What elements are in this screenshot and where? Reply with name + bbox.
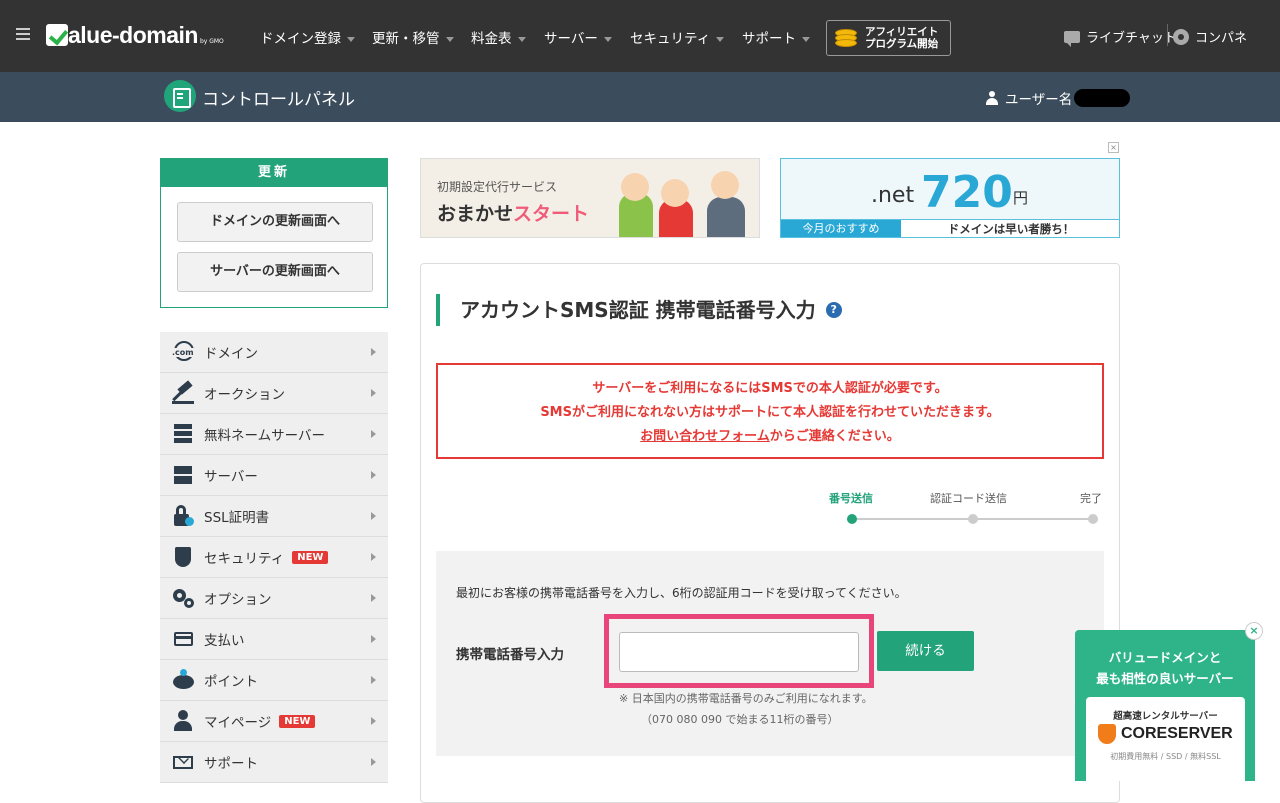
- nav-domain-register[interactable]: ドメイン登録: [260, 27, 355, 47]
- promo-card-tagline: 超高速レンタルサーバー: [1113, 711, 1218, 722]
- nav-pricing[interactable]: 料金表: [471, 27, 526, 47]
- chevron-right-icon: [371, 389, 376, 397]
- phone-label: 携帯電話番号入力: [456, 647, 564, 663]
- sidebar-item-domain[interactable]: .com ドメイン: [160, 332, 388, 373]
- omakase-start-banner[interactable]: 初期設定代行サービス おまかせスタート: [420, 158, 760, 238]
- new-badge: NEW: [292, 550, 329, 564]
- new-badge: NEW: [279, 714, 316, 728]
- person-head-illustration: [711, 171, 739, 199]
- net-domain-banner[interactable]: .net 720 円 今月のおすすめ ドメインは早い者勝ち！: [780, 158, 1120, 238]
- nav-server[interactable]: サーバー: [544, 27, 612, 47]
- chevron-right-icon: [371, 348, 376, 356]
- card-icon: [172, 628, 196, 650]
- gears-icon: [172, 587, 196, 609]
- chat-bubble-icon: [1064, 30, 1080, 47]
- user-icon: [172, 710, 196, 732]
- sms-required-alert: サーバーをご利用になるにはSMSでの本人認証が必要です。 SMSがご利用になれな…: [436, 363, 1104, 459]
- step-dot-active: [847, 514, 857, 524]
- sidebar-item-payment[interactable]: 支払い: [160, 619, 388, 660]
- sidebar-item-auction[interactable]: オークション: [160, 373, 388, 414]
- operator-illustration: [707, 197, 745, 237]
- phone-number-input[interactable]: [619, 632, 859, 672]
- affiliate-program-button[interactable]: アフィリエイト プログラム開始: [826, 20, 951, 56]
- domain-renew-button[interactable]: ドメインの更新画面へ: [177, 202, 373, 242]
- sidebar-item-ssl[interactable]: SSL証明書: [160, 496, 388, 537]
- mail-icon: [172, 751, 196, 773]
- chevron-right-icon: [371, 635, 376, 643]
- renew-heading: 更新: [161, 159, 387, 187]
- sidebar-item-mypage[interactable]: マイページ NEW: [160, 701, 388, 742]
- chevron-right-icon: [371, 676, 376, 684]
- domestic-only-note: ※ 日本国内の携帯電話番号のみご利用になれます。: [619, 692, 873, 705]
- gavel-icon: [172, 380, 196, 404]
- chevron-right-icon: [371, 430, 376, 438]
- chevron-right-icon: [371, 553, 376, 561]
- coreserver-logo: CORESERVER: [1098, 724, 1233, 744]
- promo-close-icon[interactable]: ×: [1245, 622, 1263, 640]
- person-head-illustration: [661, 179, 689, 207]
- nav-divider: [1167, 24, 1168, 46]
- ad-close-icon[interactable]: ×: [1108, 142, 1119, 153]
- user-icon: [985, 91, 999, 105]
- coins-icon: [835, 27, 859, 49]
- promo-line2: 最も相性の良いサーバー: [1096, 671, 1234, 686]
- server-icon: [172, 464, 196, 486]
- step-dot: [968, 514, 978, 524]
- server-renew-button[interactable]: サーバーの更新画面へ: [177, 252, 373, 292]
- number-format-note: （070 080 090 で始まる11桁の番号）: [641, 713, 839, 726]
- hamburger-menu-icon[interactable]: [16, 28, 30, 40]
- chevron-right-icon: [371, 594, 376, 602]
- server-stack-icon: [172, 423, 196, 445]
- nav-security[interactable]: セキュリティ: [630, 27, 725, 47]
- chevron-right-icon: [371, 471, 376, 479]
- caret-down-icon: [716, 36, 725, 42]
- value-domain-logo[interactable]: alue-domain by GMO: [46, 22, 224, 48]
- step-send-number: 番号送信: [829, 492, 873, 505]
- chevron-right-icon: [371, 512, 376, 520]
- sidebar-item-server[interactable]: サーバー: [160, 455, 388, 496]
- redacted-username: [1074, 89, 1131, 107]
- caret-down-icon: [347, 36, 355, 42]
- person-head-illustration: [621, 173, 649, 201]
- caret-down-icon: [517, 36, 526, 42]
- piggy-bank-icon: [172, 669, 196, 691]
- contact-form-link[interactable]: お問い合わせフォーム: [640, 429, 770, 444]
- chevron-right-icon: [371, 717, 376, 725]
- caret-down-icon: [445, 36, 454, 42]
- renew-box: 更新 ドメインの更新画面へ サーバーの更新画面へ: [160, 158, 388, 308]
- coreserver-shield-icon: [1098, 724, 1116, 744]
- checkmark-logo-icon: [46, 24, 68, 46]
- sidebar-menu: .com ドメイン オークション 無料ネームサーバー サーバー SSL証明書 セ…: [160, 332, 388, 783]
- top-navigation: alue-domain by GMO ドメイン登録 更新・移管 料金表 サーバー…: [0, 0, 1280, 72]
- user-menu[interactable]: ユーザー名: [985, 88, 1131, 108]
- lock-icon: [172, 505, 196, 527]
- sidebar-item-support[interactable]: サポート: [160, 742, 388, 783]
- continue-button[interactable]: 続ける: [877, 631, 974, 671]
- promo-card-features: 初期費用無料 / SSD / 無料SSL: [1110, 752, 1221, 761]
- chevron-right-icon: [371, 758, 376, 766]
- sidebar-item-free-nameserver[interactable]: 無料ネームサーバー: [160, 414, 388, 455]
- live-chat-link[interactable]: ライブチャット: [1064, 27, 1177, 47]
- form-intro-text: 最初にお客様の携帯電話番号を入力し、6桁の認証用コードを受け取ってください。: [456, 586, 907, 600]
- nav-renew-transfer[interactable]: 更新・移管: [372, 27, 454, 47]
- shield-icon: [172, 546, 196, 568]
- control-panel-title: コントロールパネル: [202, 90, 355, 110]
- control-panel-link[interactable]: コンパネ: [1173, 27, 1247, 46]
- promo-line1: バリュードメインと: [1108, 650, 1222, 665]
- nav-support[interactable]: サポート: [742, 27, 810, 47]
- step-dot: [1088, 514, 1098, 524]
- caret-down-icon: [603, 36, 612, 42]
- gear-icon: [1173, 28, 1189, 45]
- help-icon[interactable]: ?: [825, 302, 842, 318]
- page-title: アカウントSMS認証 携帯電話番号入力 ?: [436, 294, 842, 326]
- control-panel-icon: [164, 80, 196, 112]
- step-send-code: 認証コード送信: [930, 492, 1007, 505]
- step-complete: 完了: [1080, 492, 1102, 505]
- sidebar-item-option[interactable]: オプション: [160, 578, 388, 619]
- sidebar-item-points[interactable]: ポイント: [160, 660, 388, 701]
- caret-down-icon: [802, 36, 810, 42]
- com-globe-icon: .com: [172, 341, 196, 363]
- sidebar-item-security[interactable]: セキュリティ NEW: [160, 537, 388, 578]
